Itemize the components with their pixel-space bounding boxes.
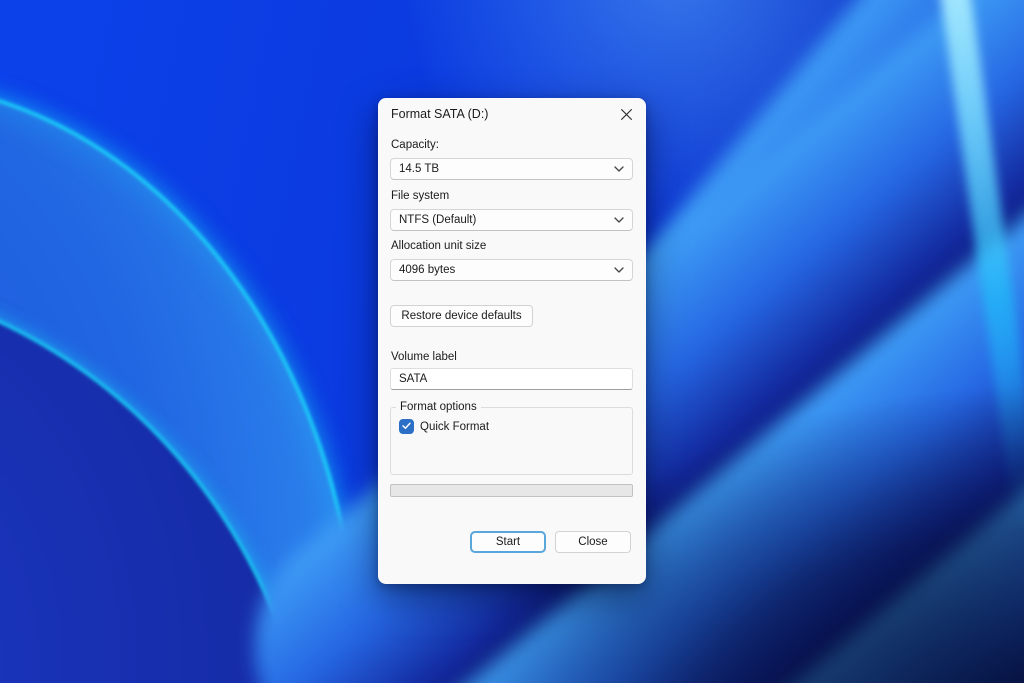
restore-defaults-button[interactable]: Restore device defaults: [390, 305, 533, 327]
chevron-down-icon: [614, 163, 624, 175]
allocation-unit-value: 4096 bytes: [399, 264, 455, 276]
volume-label: Volume label: [391, 351, 457, 363]
allocation-unit-label: Allocation unit size: [391, 240, 486, 252]
start-button[interactable]: Start: [470, 531, 546, 553]
capacity-value: 14.5 TB: [399, 163, 439, 175]
close-icon: [620, 108, 633, 124]
format-dialog: Format SATA (D:) Capacity: 14.5 TB File …: [378, 98, 646, 584]
dialog-title: Format SATA (D:): [391, 107, 488, 121]
close-button[interactable]: [616, 106, 636, 126]
format-options-legend: Format options: [396, 401, 481, 413]
check-icon: [401, 420, 412, 434]
format-options-group: Format options Quick Format: [390, 401, 633, 475]
quick-format-checkbox[interactable]: [399, 419, 414, 434]
format-progress-bar: [390, 484, 633, 497]
quick-format-label[interactable]: Quick Format: [420, 421, 489, 433]
capacity-label: Capacity:: [391, 139, 439, 151]
file-system-select[interactable]: NTFS (Default): [390, 209, 633, 231]
file-system-label: File system: [391, 190, 449, 202]
chevron-down-icon: [614, 214, 624, 226]
allocation-unit-select[interactable]: 4096 bytes: [390, 259, 633, 281]
capacity-select[interactable]: 14.5 TB: [390, 158, 633, 180]
volume-label-input[interactable]: [390, 368, 633, 390]
file-system-value: NTFS (Default): [399, 214, 476, 226]
close-dialog-button[interactable]: Close: [555, 531, 631, 553]
chevron-down-icon: [614, 264, 624, 276]
